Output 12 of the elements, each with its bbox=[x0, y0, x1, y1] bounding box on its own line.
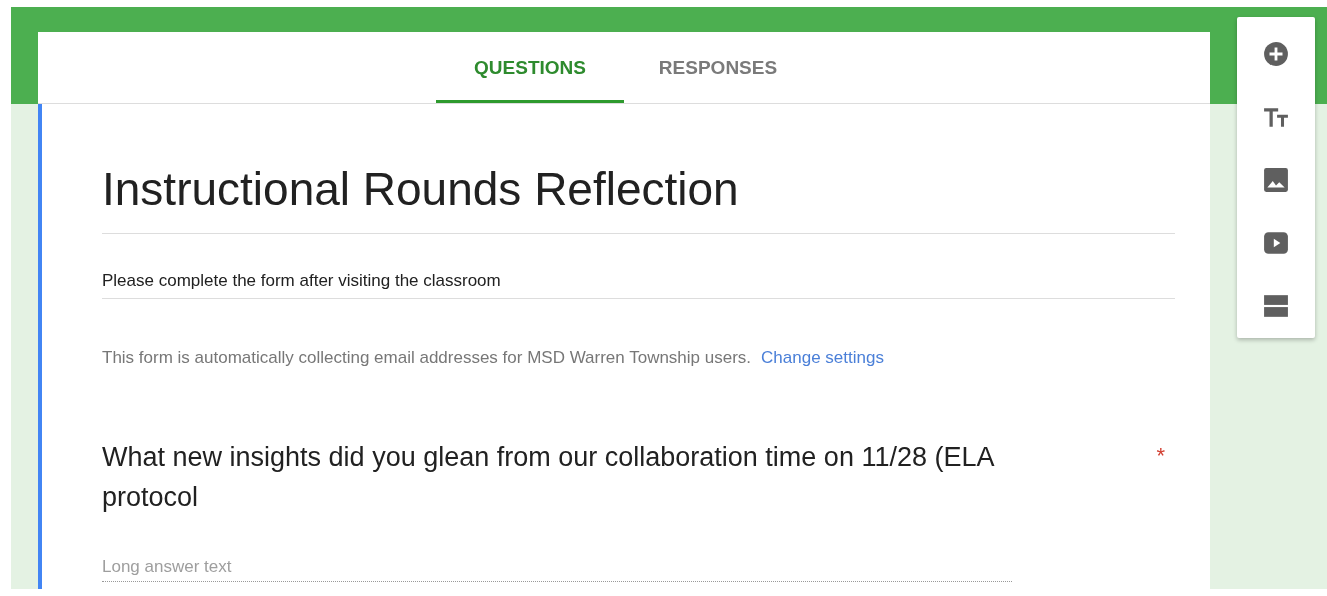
image-icon[interactable] bbox=[1263, 167, 1289, 193]
video-icon[interactable] bbox=[1263, 230, 1289, 256]
form-description[interactable]: Please complete the form after visiting the classroom bbox=[102, 270, 1175, 292]
email-notice: This form is automatically collecting email addresses for MSD Warren Township users. bbox=[102, 348, 752, 367]
required-mark: * bbox=[1156, 443, 1165, 469]
add-icon[interactable] bbox=[1263, 41, 1289, 67]
question-title: What new insights did you glean from our collaboration time on 11/28 (ELA protocol bbox=[102, 441, 995, 514]
tab[interactable]: RESPONSES bbox=[624, 32, 812, 103]
section-icon[interactable] bbox=[1263, 293, 1289, 319]
change-settings-link[interactable]: Change settings bbox=[761, 348, 884, 367]
form-title[interactable]: Instructional Rounds Reflection bbox=[102, 159, 1175, 219]
answer-field[interactable]: Long answer text bbox=[102, 557, 1012, 582]
